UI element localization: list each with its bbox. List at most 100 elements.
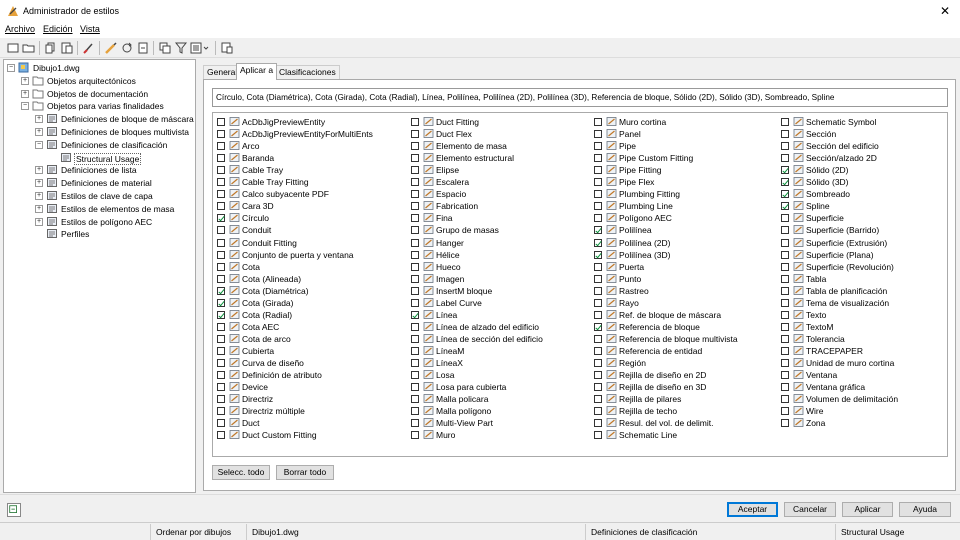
object-type-checkbox[interactable] [411,262,419,271]
copy-icon[interactable] [44,41,58,55]
object-type-checkbox[interactable] [594,202,602,211]
object-type-checkbox[interactable] [411,395,419,404]
object-type-checkbox[interactable] [781,359,789,367]
object-type-checkbox[interactable] [217,250,225,259]
object-type-checkbox[interactable] [781,166,789,175]
style-tree[interactable]: − Dibujo1.dwg + Objetos arquitectónicos + Obj… [3,59,196,493]
object-type-checkbox[interactable] [217,322,225,331]
object-type-checkbox[interactable] [217,214,225,223]
expand-toggle-icon[interactable]: + [21,89,29,98]
object-type-checkbox[interactable] [781,202,789,211]
object-type-checkbox[interactable] [594,419,602,428]
expand-toggle-icon[interactable]: + [35,204,43,213]
object-type-checkbox[interactable] [411,286,419,295]
object-type-checkbox[interactable] [594,142,602,151]
toggle-view-icon[interactable] [158,41,172,55]
ok-button[interactable]: Aceptar [727,502,778,517]
filter-icon[interactable] [174,41,188,55]
select-all-button[interactable]: Selecc. todo [212,465,270,480]
object-type-checkbox[interactable] [217,334,225,343]
object-type-checkbox[interactable] [781,310,789,319]
object-type-checkbox[interactable] [217,359,225,367]
object-type-checkbox[interactable] [411,274,419,283]
object-type-checkbox[interactable] [411,431,419,440]
object-type-checkbox[interactable] [781,419,789,428]
object-type-checkbox[interactable] [781,346,789,355]
object-type-checkbox[interactable] [594,238,602,247]
new-drawing-icon[interactable] [6,41,20,55]
paste-icon[interactable] [60,41,74,55]
object-type-checkbox[interactable] [217,419,225,428]
object-type-checkbox[interactable] [217,298,225,307]
object-type-checkbox[interactable] [594,383,602,392]
apply-button[interactable]: Aplicar [842,502,893,517]
object-type-checkbox[interactable] [217,130,225,139]
expand-toggle-icon[interactable]: + [35,192,43,200]
object-type-checkbox[interactable] [411,226,419,235]
object-type-checkbox[interactable] [411,322,419,331]
expand-toggle-icon[interactable]: + [35,179,43,188]
menu-archivo[interactable]: Archivo [5,24,35,34]
object-type-checkbox[interactable] [781,322,789,331]
object-type-checkbox[interactable] [217,190,225,199]
tab-aplicar-a[interactable]: Aplicar a [236,63,278,80]
synchronize-icon[interactable] [120,41,134,55]
object-type-checkbox[interactable] [594,130,602,139]
object-type-checkbox[interactable] [217,346,225,355]
object-type-checkbox[interactable] [781,190,789,199]
object-type-checkbox[interactable] [781,130,789,139]
object-type-checkbox[interactable] [781,154,789,163]
tab-clasificaciones[interactable]: Clasificaciones [275,65,340,79]
object-type-checkbox[interactable] [781,142,789,151]
help-button[interactable]: Ayuda [899,502,951,517]
object-type-checkbox[interactable] [217,407,225,416]
object-type-checkbox[interactable] [594,431,602,440]
object-type-checkbox[interactable] [781,214,789,223]
object-type-checkbox[interactable] [217,118,225,126]
object-type-checkbox[interactable] [594,178,602,187]
object-type-checkbox[interactable] [411,407,419,416]
object-type-checkbox[interactable] [217,154,225,163]
object-type-checkbox[interactable] [781,407,789,416]
object-type-checkbox[interactable] [594,395,602,404]
object-type-checkbox[interactable] [411,202,419,211]
object-type-checkbox[interactable] [411,238,419,247]
object-type-checkbox[interactable] [781,286,789,295]
object-type-checkbox[interactable] [594,346,602,355]
object-type-checkbox[interactable] [594,310,602,319]
object-type-checkbox[interactable] [411,142,419,151]
object-type-checkbox[interactable] [781,238,789,247]
object-type-checkbox[interactable] [594,359,602,367]
object-type-checkbox[interactable] [411,310,419,319]
object-type-checkbox[interactable] [411,359,419,367]
close-icon[interactable]: ✕ [940,4,950,18]
expand-toggle-icon[interactable]: − [35,140,43,149]
object-type-checkbox[interactable] [594,262,602,271]
object-type-checkbox[interactable] [781,262,789,271]
object-type-checkbox[interactable] [411,214,419,223]
object-type-checkbox[interactable] [217,226,225,235]
object-type-checkbox[interactable] [411,178,419,187]
object-type-checkbox[interactable] [217,238,225,247]
expand-toggle-icon[interactable]: + [35,217,43,226]
object-type-checkbox[interactable] [594,322,602,331]
object-type-checkbox[interactable] [217,371,225,380]
expand-toggle-icon[interactable]: + [21,76,29,85]
object-type-checkbox[interactable] [411,346,419,355]
object-type-checkbox[interactable] [411,298,419,307]
toggle-pane-icon[interactable] [7,503,21,517]
expand-toggle-icon[interactable]: + [35,115,43,124]
object-type-checkbox[interactable] [594,118,602,126]
object-type-checkbox[interactable] [594,274,602,283]
update-icon[interactable] [136,41,150,55]
object-type-checkbox[interactable] [411,166,419,175]
open-drawing-icon[interactable] [22,41,36,55]
object-type-checkbox[interactable] [594,166,602,175]
expand-toggle-icon[interactable]: − [7,64,15,72]
help-icon[interactable] [220,41,234,55]
edit-style-icon[interactable] [104,41,118,55]
expand-toggle-icon[interactable]: + [35,128,43,136]
menu-vista[interactable]: Vista [80,24,100,34]
object-type-checkbox[interactable] [594,190,602,199]
cancel-button[interactable]: Cancelar [784,502,836,517]
